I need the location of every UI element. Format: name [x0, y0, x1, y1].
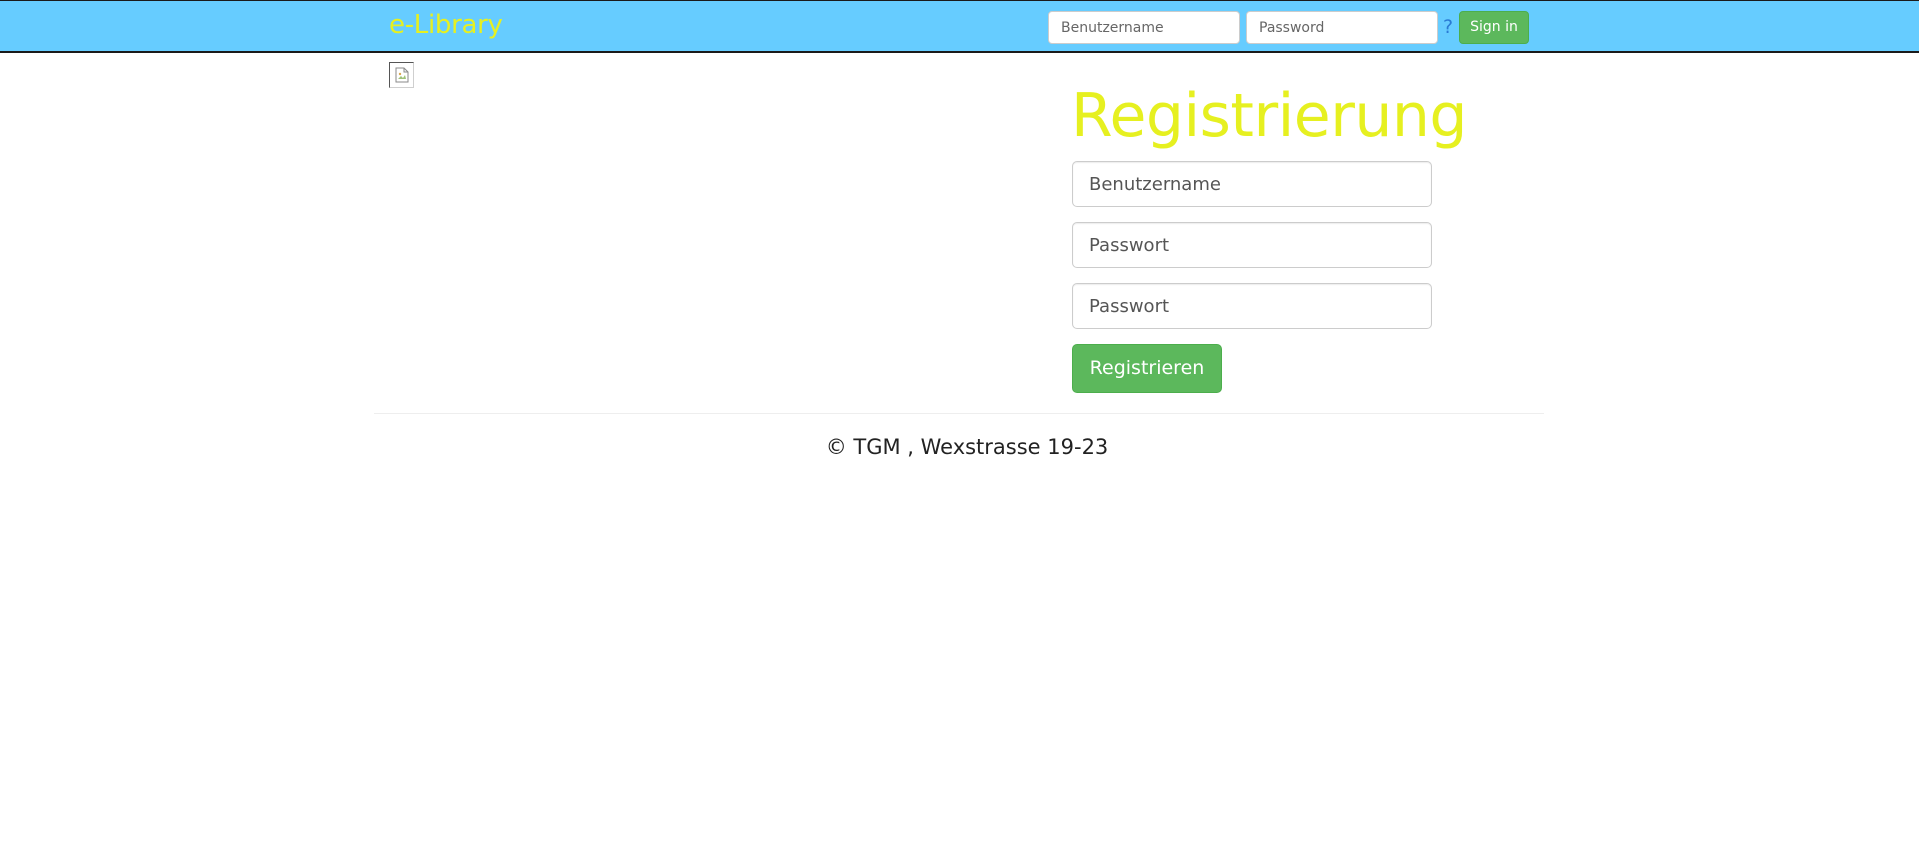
navbar-username-input[interactable] [1048, 11, 1240, 44]
register-password-input[interactable] [1072, 222, 1432, 268]
footer-text: © TGM , Wexstrasse 19-23 [825, 435, 1109, 459]
registration-title: Registrierung [1071, 81, 1468, 151]
signin-button[interactable]: Sign in [1459, 11, 1529, 44]
broken-image-icon [389, 62, 414, 88]
register-password-confirm-input[interactable] [1072, 283, 1432, 329]
navbar: e-Library ? Sign in [0, 0, 1919, 53]
navbar-password-input[interactable] [1246, 11, 1438, 44]
brand-link[interactable]: e-Library [389, 10, 503, 40]
help-link[interactable]: ? [1443, 16, 1453, 38]
register-username-input[interactable] [1072, 161, 1432, 207]
register-button[interactable]: Registrieren [1072, 344, 1222, 393]
footer-divider [374, 413, 1544, 414]
